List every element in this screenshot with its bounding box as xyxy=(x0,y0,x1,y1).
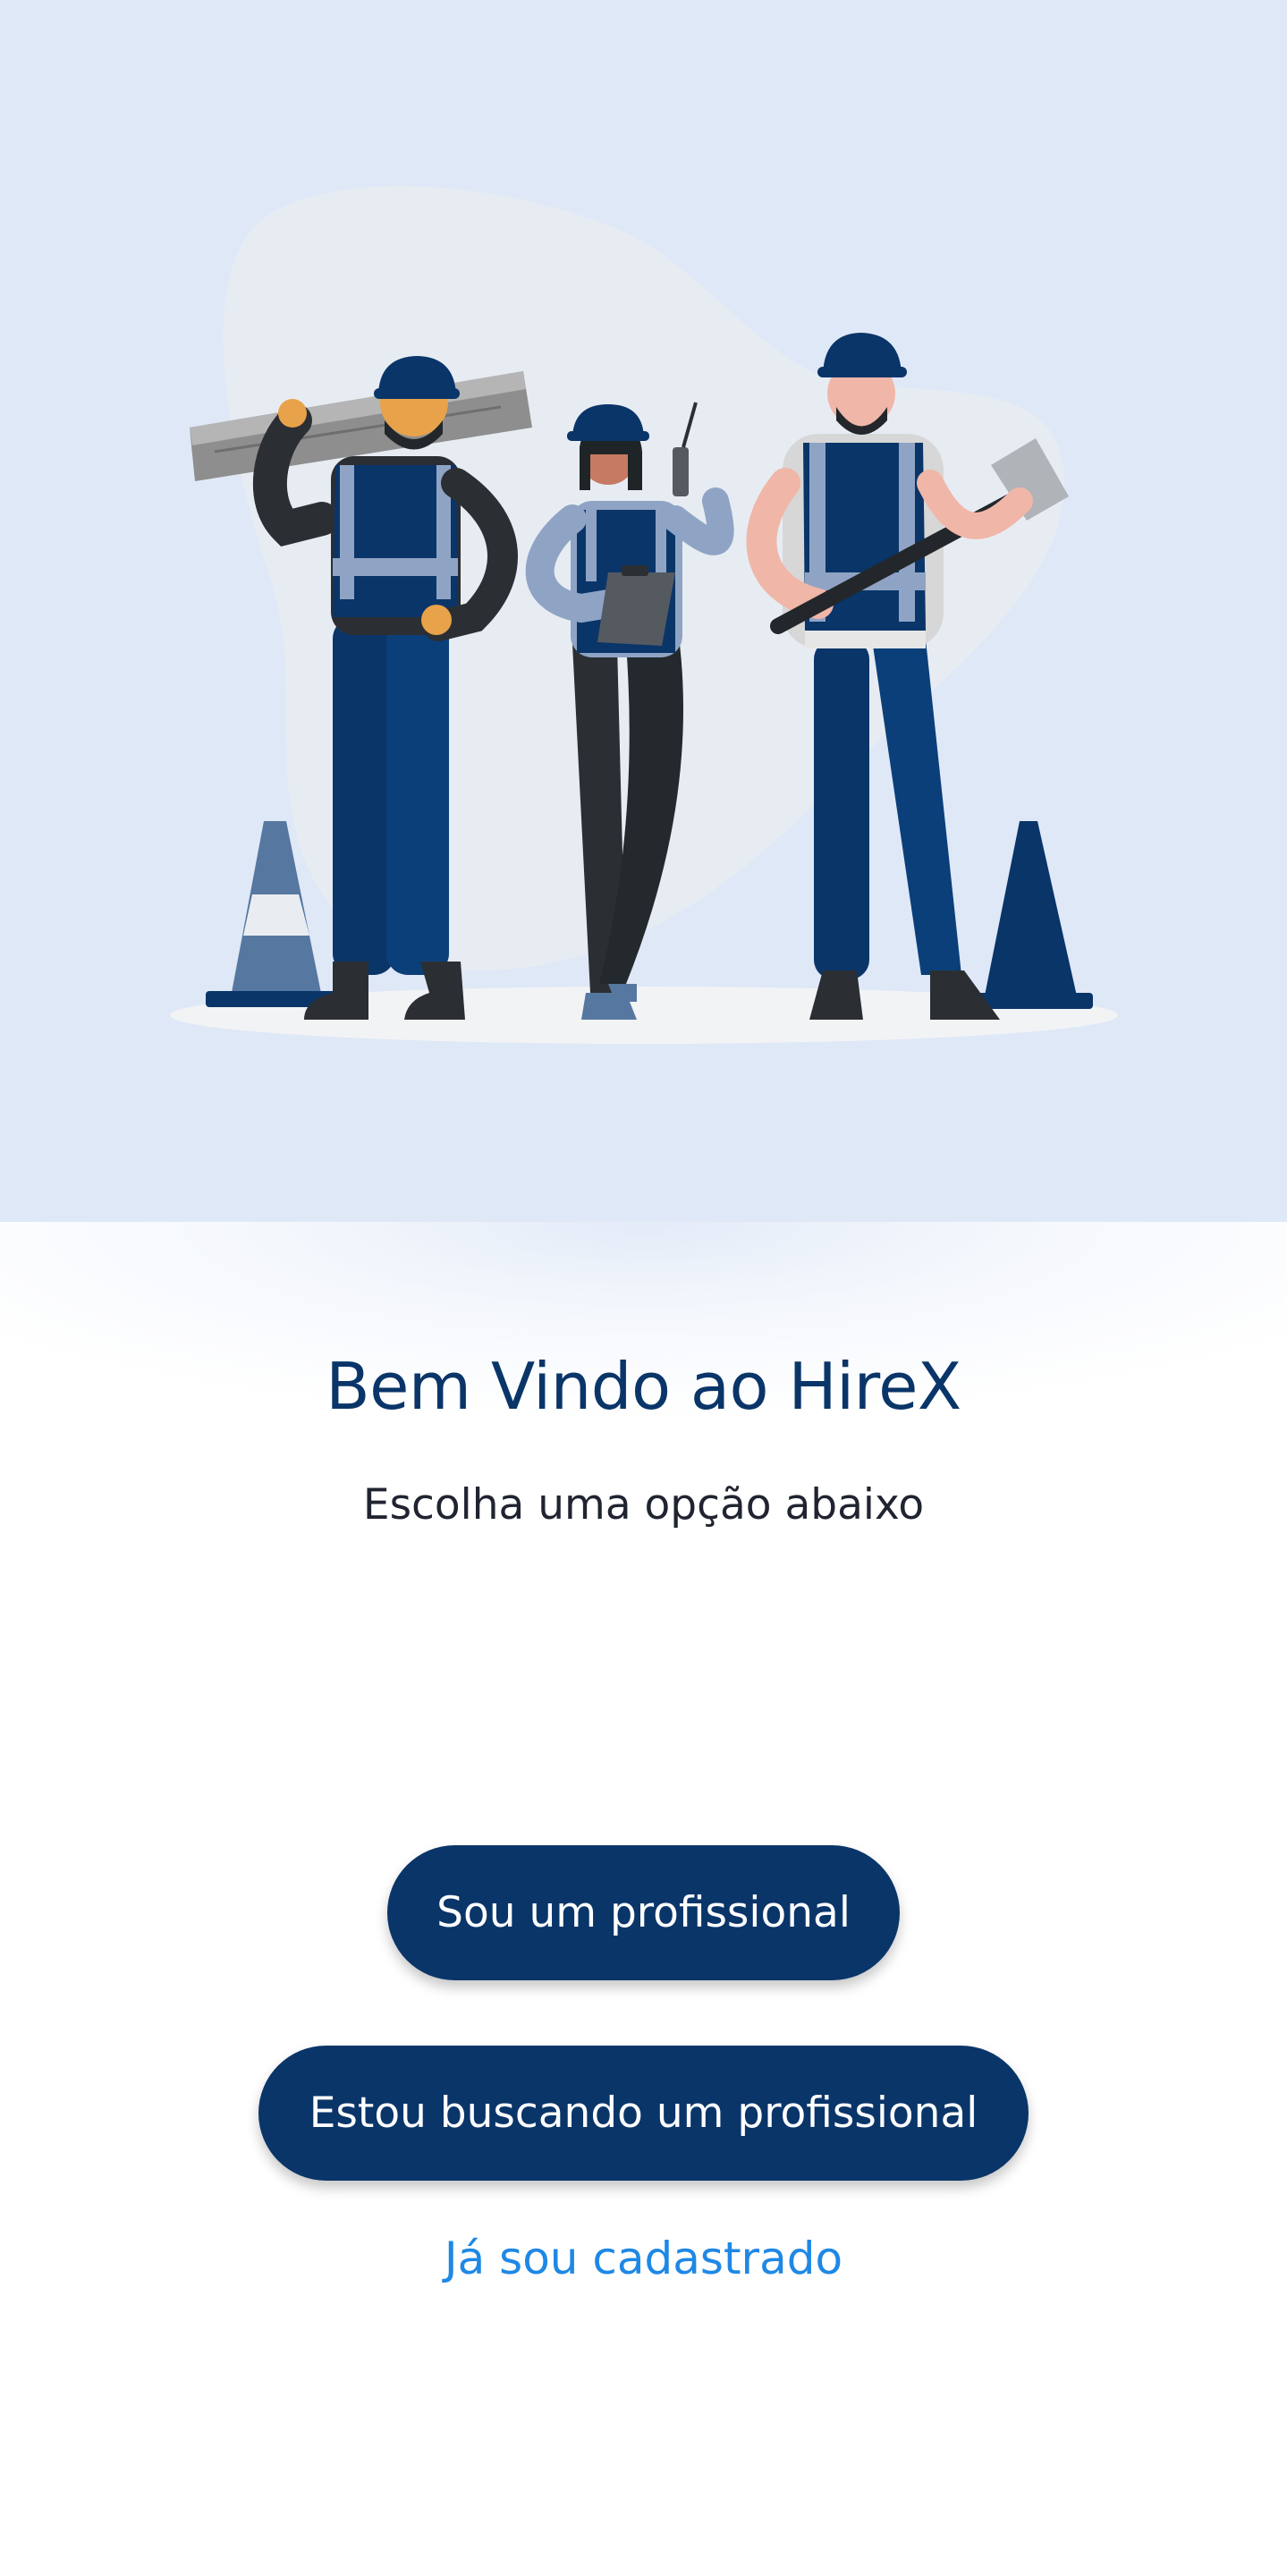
hero-illustration xyxy=(0,0,1287,1222)
welcome-subtitle: Escolha uma opção abaixo xyxy=(362,1480,925,1530)
welcome-title: Bem Vindo ao HireX xyxy=(326,1349,961,1424)
right-traffic-cone xyxy=(968,821,1093,1009)
seeking-professional-button[interactable]: Estou buscando um profissional xyxy=(258,2046,1029,2181)
construction-workers-illustration xyxy=(170,185,1118,1044)
already-registered-link[interactable]: Já sou cadastrado xyxy=(0,2233,1287,2284)
professional-button[interactable]: Sou um profissional xyxy=(387,1845,900,1980)
